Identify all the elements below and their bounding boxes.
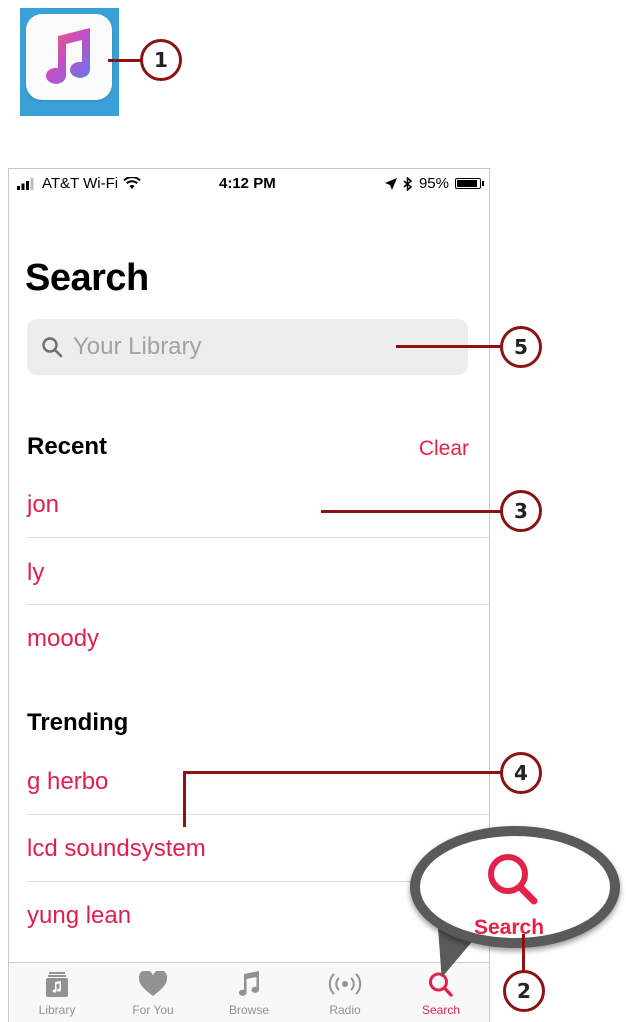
battery-icon	[455, 178, 484, 189]
tab-bar: Library For You Browse Radio Search	[9, 962, 489, 1022]
battery-percent: 95%	[418, 175, 449, 192]
tab-for-you[interactable]: For You	[105, 963, 201, 1022]
search-input[interactable]	[71, 332, 435, 362]
radio-icon	[328, 973, 362, 995]
callout-2-line	[522, 934, 525, 972]
library-icon	[46, 972, 68, 997]
wifi-icon	[123, 177, 141, 189]
music-note-icon	[46, 28, 90, 84]
callout-3: 3	[500, 490, 542, 532]
carrier-label: AT&T Wi-Fi	[42, 175, 119, 192]
search-icon	[488, 854, 538, 905]
callout-4: 4	[500, 752, 542, 794]
callout-5: 5	[500, 326, 542, 368]
recent-item-ly[interactable]: ly	[27, 559, 489, 587]
divider	[27, 604, 489, 605]
status-right: 95%	[384, 175, 484, 192]
divider	[27, 814, 489, 815]
search-icon	[42, 337, 63, 358]
tab-search-label: Search	[421, 1003, 461, 1017]
page-title: Search	[25, 257, 149, 299]
status-bar: AT&T Wi-Fi 4:12 PM 95%	[9, 169, 489, 197]
trending-item-lcd-soundsystem[interactable]: lcd soundsystem	[27, 835, 489, 863]
status-time: 4:12 PM	[219, 175, 276, 192]
callout-2: 2	[503, 970, 545, 1012]
bluetooth-icon	[403, 176, 413, 191]
music-note-icon	[238, 971, 259, 996]
callout-1-line	[108, 59, 142, 62]
music-app-icon-tile	[26, 14, 112, 100]
signal-bars-icon	[17, 177, 34, 190]
music-app-icon[interactable]	[20, 8, 119, 116]
tab-library[interactable]: Library	[9, 963, 105, 1022]
tab-browse[interactable]: Browse	[201, 963, 297, 1022]
tab-for-you-label: For You	[132, 1003, 174, 1017]
tab-radio-label: Radio	[329, 1003, 361, 1017]
location-arrow-icon	[384, 177, 397, 190]
status-left: AT&T Wi-Fi	[17, 175, 141, 192]
magnifier-label: Search	[474, 916, 545, 939]
recent-item-jon[interactable]: jon	[27, 491, 489, 519]
clear-button[interactable]: Clear	[419, 437, 469, 461]
callout-5-line	[396, 345, 504, 348]
callout-4-line	[183, 771, 503, 774]
heart-icon	[138, 971, 168, 996]
recent-header: Recent	[27, 433, 108, 460]
divider	[27, 537, 489, 538]
trending-header: Trending	[27, 709, 129, 736]
tab-library-label: Library	[38, 1003, 76, 1017]
callout-4-line-vertical	[183, 771, 186, 827]
callout-1: 1	[140, 39, 182, 81]
callout-3-line	[321, 510, 503, 513]
tab-browse-label: Browse	[228, 1003, 269, 1017]
tab-radio[interactable]: Radio	[297, 963, 393, 1022]
recent-item-moody[interactable]: moody	[27, 625, 489, 653]
